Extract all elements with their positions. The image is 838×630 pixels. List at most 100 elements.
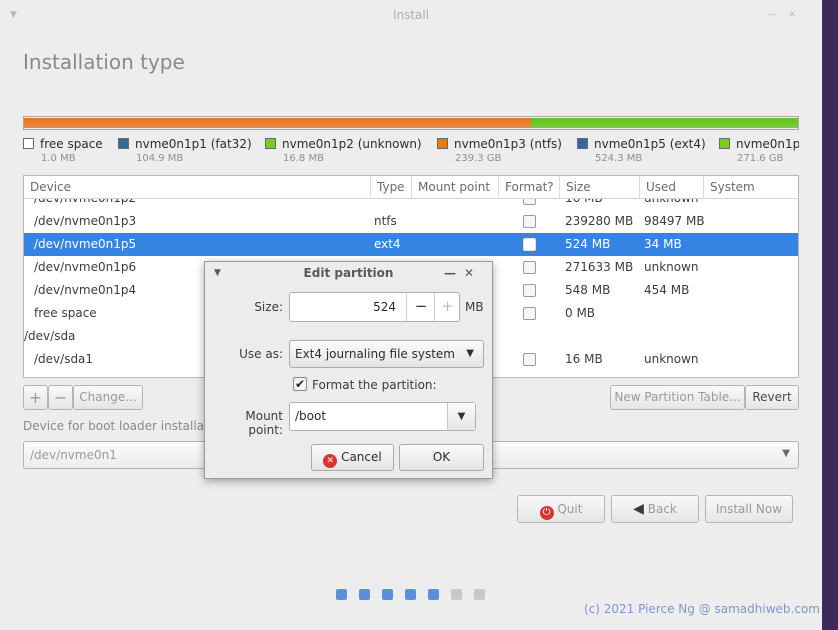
quit-label: Quit xyxy=(557,502,583,516)
device-cell: /dev/sda xyxy=(24,329,76,343)
partition-bar-segment-orange xyxy=(24,118,531,128)
legend-size: 524.3 MB xyxy=(595,153,643,164)
legend-item: nvme0n1p3 (ntfs) 239.3 GB xyxy=(437,137,562,164)
use-as-select[interactable]: Ext4 journaling file system ▼ xyxy=(289,340,484,368)
close-icon[interactable]: ✕ xyxy=(788,10,808,20)
change-partition-button[interactable]: Change... xyxy=(73,385,143,410)
device-cell: /dev/sda1 xyxy=(34,352,94,366)
column-header-used[interactable]: Used xyxy=(640,176,704,198)
size-spinbox[interactable]: 524 − + xyxy=(289,292,460,322)
use-as-label: Use as: xyxy=(239,347,283,361)
ok-button[interactable]: OK xyxy=(399,444,484,471)
close-icon[interactable]: ✕ xyxy=(464,266,482,280)
legend-size: 16.8 MB xyxy=(283,153,324,164)
partition-legend: free space 1.0 MB nvme0n1p1 (fat32) 104.9 … xyxy=(23,137,799,169)
dialog-menu-icon[interactable]: ▼ xyxy=(214,262,221,284)
decrement-button[interactable]: − xyxy=(406,293,435,321)
column-header-mount[interactable]: Mount point xyxy=(412,176,499,198)
format-label: Format the partition: xyxy=(312,378,437,392)
dialog-title-bar: ▼ Edit partition —✕ xyxy=(205,262,492,284)
progress-dot xyxy=(405,589,416,600)
legend-size: 239.3 GB xyxy=(455,153,502,164)
device-cell: free space xyxy=(34,306,97,320)
progress-dot xyxy=(336,589,347,600)
window-title: Install xyxy=(392,8,430,22)
format-checkbox[interactable] xyxy=(523,238,536,251)
legend-swatch xyxy=(23,138,34,149)
type-cell: ntfs xyxy=(374,214,397,228)
cancel-button[interactable]: ✕ Cancel xyxy=(311,444,394,471)
window-menu-icon[interactable]: ▼ xyxy=(10,0,17,30)
power-icon: ⏻ xyxy=(539,506,554,520)
credit-text: (c) 2021 Pierce Ng @ samadhiweb.com xyxy=(584,602,820,616)
chevron-down-icon[interactable]: ▼ xyxy=(447,403,475,430)
format-checkbox[interactable] xyxy=(523,284,536,297)
column-header-system[interactable]: System xyxy=(704,176,798,198)
format-checkbox[interactable] xyxy=(523,261,536,274)
table-header: Device Type Mount point Format? Size Use… xyxy=(24,176,798,199)
table-row[interactable]: /dev/nvme0n1p5 ext4 524 MB 34 MB xyxy=(24,233,798,256)
add-partition-button[interactable]: + xyxy=(23,385,48,410)
column-header-type[interactable]: Type xyxy=(371,176,412,198)
device-cell: /dev/nvme0n1p6 xyxy=(34,260,137,274)
used-cell: unknown xyxy=(644,260,699,274)
format-checkbox[interactable] xyxy=(523,307,536,320)
title-bar: ▼ Install —✕ xyxy=(0,0,822,30)
table-row[interactable]: /dev/nvme0n1p3 ntfs 239280 MB 98497 MB xyxy=(24,210,798,233)
size-cell: 548 MB xyxy=(565,283,611,297)
size-label: Size: xyxy=(254,300,283,314)
legend-item: nvme0n1p5 (ext4) 524.3 MB xyxy=(577,137,706,164)
edit-partition-dialog: ▼ Edit partition —✕ Size: 524 − + MB Use… xyxy=(204,261,493,479)
legend-name: nvme0n1p5 (ext4) xyxy=(594,137,706,151)
device-cell: /dev/nvme0n1p3 xyxy=(34,214,137,228)
bootloader-device-value: /dev/nvme0n1 xyxy=(30,448,117,462)
legend-name: nvme0n1p1 (fat32) xyxy=(135,137,252,151)
progress-dot xyxy=(382,589,393,600)
arrow-left-icon: ◀ xyxy=(633,501,644,517)
legend-size: 1.0 MB xyxy=(41,153,76,164)
remove-partition-button[interactable]: − xyxy=(48,385,73,410)
legend-name: nvme0n1p xyxy=(736,137,799,151)
size-value[interactable]: 524 xyxy=(373,300,396,314)
size-cell: 271633 MB xyxy=(565,260,634,274)
column-header-format[interactable]: Format? xyxy=(499,176,560,198)
format-checkbox[interactable] xyxy=(523,215,536,228)
legend-swatch xyxy=(577,138,588,149)
chevron-down-icon: ▼ xyxy=(466,348,474,359)
chevron-down-icon: ▼ xyxy=(782,448,790,459)
progress-dot xyxy=(474,589,485,600)
dialog-window-controls: —✕ xyxy=(444,262,482,284)
progress-dot xyxy=(359,589,370,600)
minimize-icon[interactable]: — xyxy=(767,10,788,20)
size-unit: MB xyxy=(465,300,484,314)
dialog-title: Edit partition xyxy=(303,266,394,280)
legend-item: free space 1.0 MB xyxy=(23,137,103,164)
revert-button[interactable]: Revert xyxy=(745,385,799,410)
legend-name: nvme0n1p2 (unknown) xyxy=(282,137,422,151)
progress-dot xyxy=(428,589,439,600)
window-controls: —✕ xyxy=(767,0,808,30)
back-button[interactable]: ◀ Back xyxy=(611,495,699,523)
device-cell: /dev/nvme0n1p5 xyxy=(34,237,137,251)
mount-point-combo[interactable]: /boot ▼ xyxy=(289,402,476,431)
minimize-icon[interactable]: — xyxy=(444,266,464,280)
type-cell: ext4 xyxy=(374,237,401,251)
install-now-button[interactable]: Install Now xyxy=(705,495,793,523)
partition-bar xyxy=(23,116,799,130)
cancel-icon: ✕ xyxy=(323,454,338,468)
device-cell: /dev/nvme0n1p4 xyxy=(34,283,137,297)
quit-button[interactable]: ⏻ Quit xyxy=(517,495,605,523)
new-partition-table-button[interactable]: New Partition Table... xyxy=(610,385,745,410)
size-cell: 0 MB xyxy=(565,306,596,320)
legend-name: nvme0n1p3 (ntfs) xyxy=(454,137,562,151)
format-checkbox[interactable] xyxy=(523,353,536,366)
legend-size: 271.6 GB xyxy=(737,153,784,164)
column-header-device[interactable]: Device xyxy=(24,176,371,198)
legend-swatch xyxy=(118,138,129,149)
format-checkbox[interactable]: ✔ xyxy=(293,377,307,391)
mount-point-value[interactable]: /boot xyxy=(295,409,326,423)
size-cell: 524 MB xyxy=(565,237,611,251)
used-cell: 454 MB xyxy=(644,283,690,297)
column-header-size[interactable]: Size xyxy=(560,176,640,198)
increment-button[interactable]: + xyxy=(434,293,460,321)
